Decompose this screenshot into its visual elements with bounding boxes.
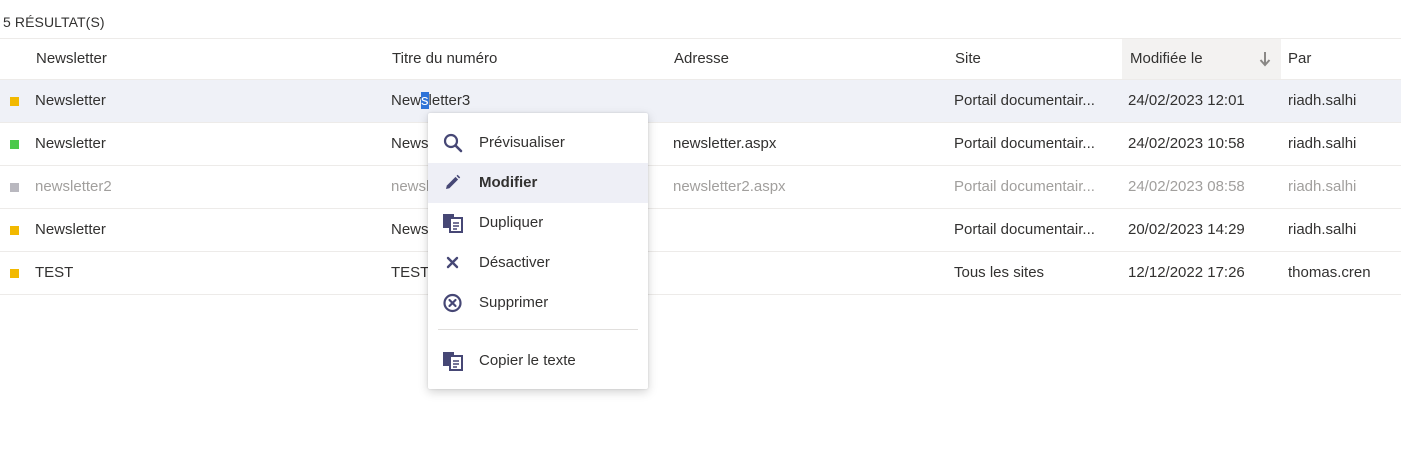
menu-item-label: Copier le texte <box>479 352 576 369</box>
column-header-issue-title[interactable]: Titre du numéro <box>392 39 497 79</box>
table-row[interactable]: Newsletter Newsletter3 Portail documenta… <box>0 80 1401 123</box>
results-count: 5 RÉSULTAT(S) <box>3 14 105 30</box>
duplicate-icon <box>443 214 463 233</box>
cell-newsletter: Newsletter <box>35 135 106 152</box>
status-indicator <box>10 97 19 106</box>
cell-site: Tous les sites <box>954 264 1045 281</box>
cell-site: Portail documentair... <box>954 221 1095 238</box>
cell-by: riadh.salhi <box>1288 221 1357 238</box>
cell-address <box>673 252 933 294</box>
context-menu: Prévisualiser Modifier Dupliquer Désacti… <box>428 113 648 389</box>
cell-modified: 12/12/2022 17:26 <box>1128 264 1245 281</box>
copy-icon <box>443 352 463 371</box>
cell-modified: 24/02/2023 08:58 <box>1128 178 1245 195</box>
title-text-after: letter3 <box>428 92 471 109</box>
cell-address <box>673 80 933 122</box>
close-icon <box>446 256 459 269</box>
column-header-modified-label: Modifiée le <box>1130 50 1203 67</box>
cell-modified: 24/02/2023 10:58 <box>1128 135 1245 152</box>
cell-modified: 20/02/2023 14:29 <box>1128 221 1245 238</box>
text-selection: s <box>421 92 429 109</box>
cell-by: riadh.salhi <box>1288 92 1357 109</box>
pencil-icon <box>446 174 461 189</box>
cell-address <box>673 209 933 251</box>
cell-by: riadh.salhi <box>1288 178 1357 195</box>
cell-newsletter: Newsletter <box>35 92 106 109</box>
table-row[interactable]: TEST TEST Tous les sites 12/12/2022 17:2… <box>0 252 1401 295</box>
cell-newsletter: newsletter2 <box>35 178 112 195</box>
status-indicator <box>10 269 19 278</box>
cell-newsletter: TEST <box>35 264 74 281</box>
title-text-before: New <box>391 92 422 109</box>
menu-item-delete[interactable]: Supprimer <box>428 283 648 323</box>
menu-item-preview[interactable]: Prévisualiser <box>428 123 648 163</box>
menu-item-deactivate[interactable]: Désactiver <box>428 243 648 283</box>
table-row[interactable]: Newsletter Newsletter Portail documentai… <box>0 209 1401 252</box>
menu-item-edit[interactable]: Modifier <box>428 163 648 203</box>
cell-address: newsletter.aspx <box>673 135 777 152</box>
column-header-newsletter[interactable]: Newsletter <box>36 39 107 79</box>
table-row[interactable]: newsletter2 newsletter2 newsletter2.aspx… <box>0 166 1401 209</box>
cell-modified: 24/02/2023 12:01 <box>1128 92 1245 109</box>
menu-item-label: Désactiver <box>479 254 550 271</box>
cell-by: riadh.salhi <box>1288 135 1357 152</box>
menu-item-duplicate[interactable]: Dupliquer <box>428 203 648 243</box>
cell-address: newsletter2.aspx <box>673 178 786 195</box>
menu-item-label: Dupliquer <box>479 214 544 231</box>
search-icon <box>443 133 463 153</box>
cell-site: Portail documentair... <box>954 135 1095 152</box>
table-header: Newsletter Titre du numéro Adresse Site … <box>0 38 1401 80</box>
status-indicator <box>10 226 19 235</box>
column-header-modified[interactable]: Modifiée le <box>1122 39 1281 79</box>
cell-site: Portail documentair... <box>954 178 1095 195</box>
menu-separator <box>438 329 638 330</box>
delete-circle-icon <box>443 293 462 313</box>
column-header-address[interactable]: Adresse <box>674 39 729 79</box>
menu-item-label: Supprimer <box>479 294 549 311</box>
menu-item-label: Modifier <box>479 174 538 191</box>
column-header-by[interactable]: Par <box>1288 39 1311 79</box>
cell-by: thomas.cren <box>1288 264 1371 281</box>
cell-newsletter: Newsletter <box>35 221 106 238</box>
cell-site: Portail documentair... <box>954 92 1095 109</box>
arrow-down-icon <box>1259 52 1271 67</box>
results-table: Newsletter Titre du numéro Adresse Site … <box>0 38 1401 295</box>
status-indicator <box>10 183 19 192</box>
status-indicator <box>10 140 19 149</box>
menu-item-label: Prévisualiser <box>479 134 565 151</box>
table-row[interactable]: Newsletter Newsletter newsletter.aspx Po… <box>0 123 1401 166</box>
menu-item-copy-text[interactable]: Copier le texte <box>428 341 648 381</box>
column-header-site[interactable]: Site <box>955 39 981 79</box>
